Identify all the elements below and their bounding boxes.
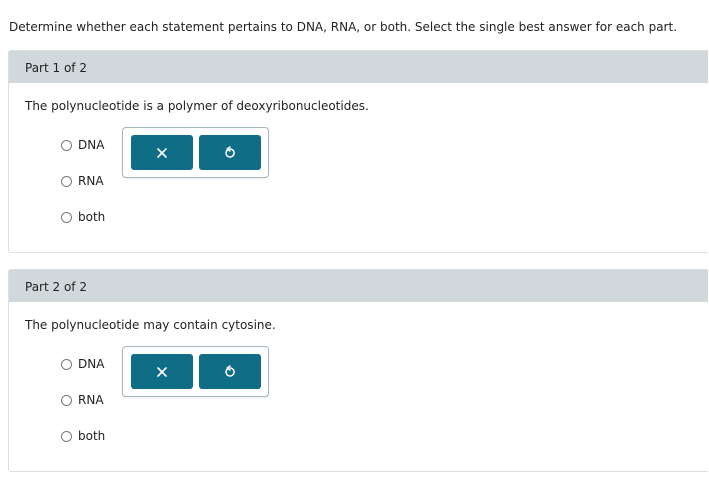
undo-icon — [224, 365, 236, 378]
part-2-header-label: Part 2 of 2 — [25, 280, 87, 294]
part-2-header: Part 2 of 2 — [9, 270, 708, 302]
radio-button[interactable] — [61, 175, 72, 187]
option-label: RNA — [78, 393, 104, 407]
option-label: DNA — [78, 138, 105, 152]
option-label: RNA — [78, 174, 104, 188]
part-2-question: The polynucleotide may contain cytosine. — [25, 318, 276, 332]
part-1-option-both[interactable]: both — [61, 209, 105, 225]
undo-icon — [224, 146, 236, 159]
radio-button[interactable] — [61, 430, 72, 442]
undo-button[interactable] — [199, 135, 261, 170]
part-2-answer-tools — [122, 346, 269, 397]
radio-button[interactable] — [61, 211, 72, 223]
option-label: DNA — [78, 357, 105, 371]
part-1-answer-tools — [122, 127, 269, 178]
part-1-option-rna[interactable]: RNA — [61, 173, 104, 189]
x-icon — [156, 147, 168, 159]
part-2-panel: Part 2 of 2 The polynucleotide may conta… — [8, 269, 708, 472]
radio-button[interactable] — [61, 139, 72, 151]
clear-button[interactable] — [131, 135, 193, 170]
part-1-panel: Part 1 of 2 The polynucleotide is a poly… — [8, 50, 708, 253]
part-1-header-label: Part 1 of 2 — [25, 61, 87, 75]
x-icon — [156, 366, 168, 378]
radio-button[interactable] — [61, 358, 72, 370]
undo-button[interactable] — [199, 354, 261, 389]
part-1-option-dna[interactable]: DNA — [61, 137, 104, 153]
option-label: both — [78, 429, 106, 443]
part-1-question: The polynucleotide is a polymer of deoxy… — [25, 99, 369, 113]
instructions-text: Determine whether each statement pertain… — [9, 20, 678, 34]
part-1-header: Part 1 of 2 — [9, 51, 708, 83]
part-2-option-dna[interactable]: DNA — [61, 356, 104, 372]
option-label: both — [78, 210, 106, 224]
part-2-option-rna[interactable]: RNA — [61, 392, 104, 408]
clear-button[interactable] — [131, 354, 193, 389]
radio-button[interactable] — [61, 394, 72, 406]
part-2-option-both[interactable]: both — [61, 428, 105, 444]
